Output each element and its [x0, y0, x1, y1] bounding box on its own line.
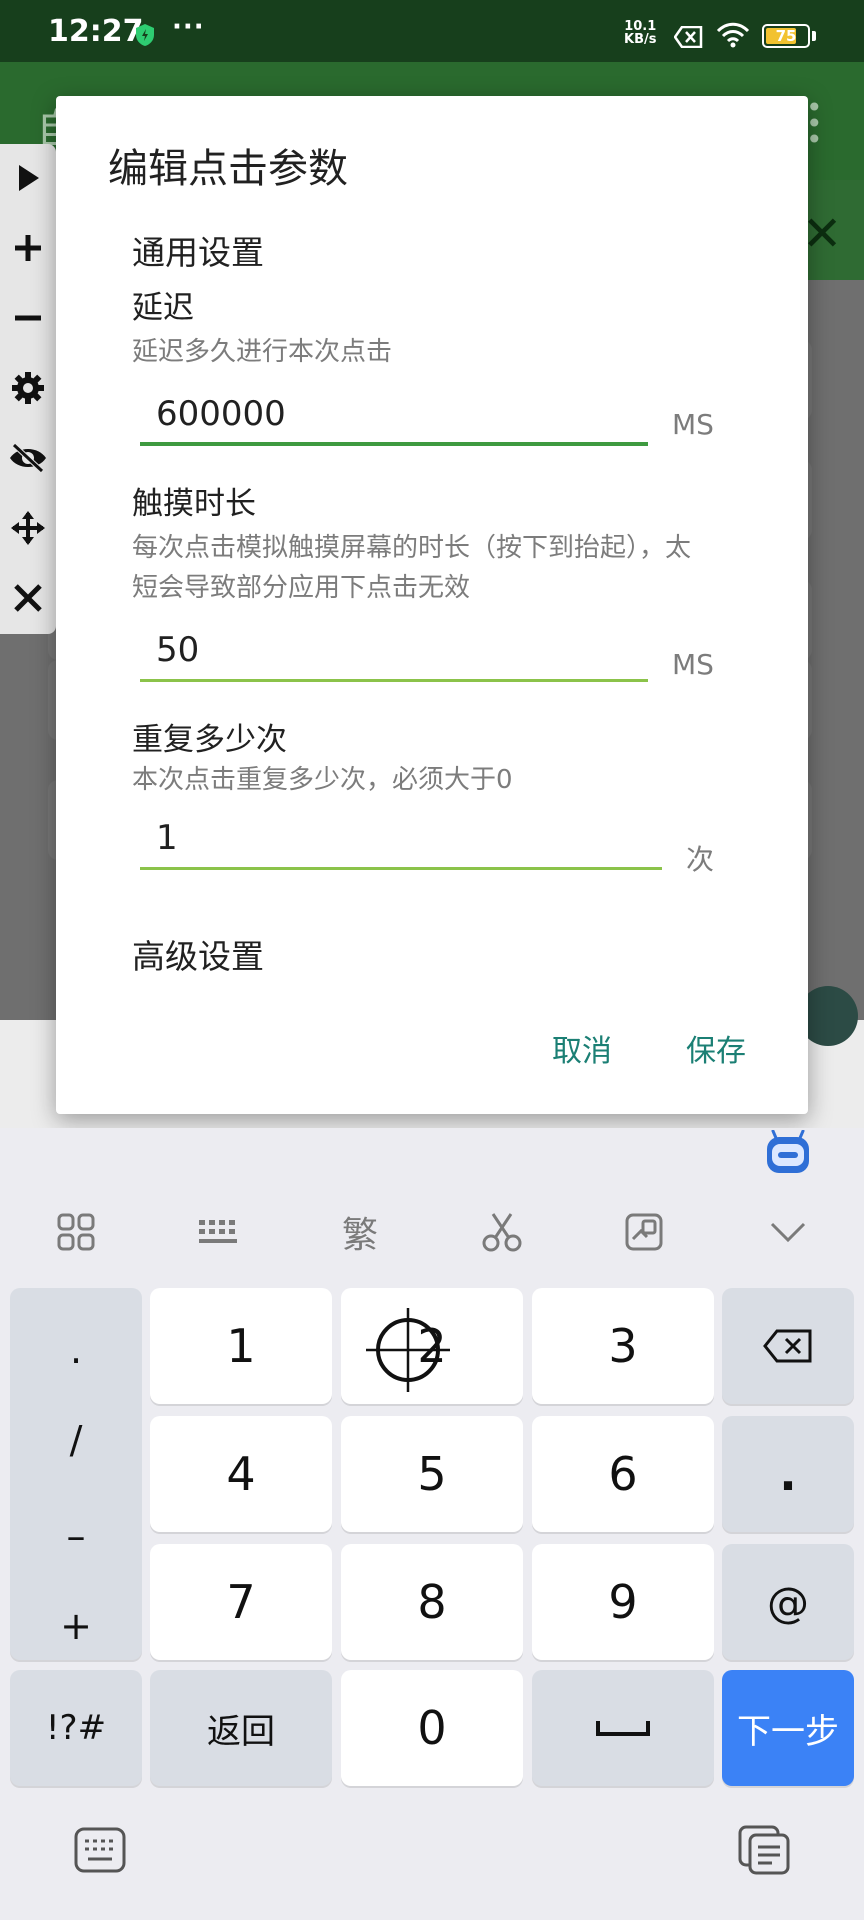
- key-2[interactable]: 2: [341, 1288, 523, 1404]
- battery-icon: 75: [762, 24, 810, 48]
- play-icon[interactable]: [0, 148, 56, 208]
- symbol-key-dash[interactable]: –: [10, 1514, 142, 1558]
- status-time: 12:27: [48, 14, 144, 49]
- delay-input[interactable]: 600000: [140, 390, 648, 446]
- clipboard-icon[interactable]: [616, 1208, 672, 1256]
- touch-duration-input[interactable]: 50: [140, 626, 648, 682]
- key-1[interactable]: 1: [150, 1288, 332, 1404]
- plus-icon[interactable]: [0, 218, 56, 278]
- at-key[interactable]: @: [722, 1544, 854, 1660]
- status-bar: 12:27 ··· 10.1 KB/s 75: [0, 0, 864, 62]
- backspace-key[interactable]: [722, 1288, 854, 1404]
- dot-key[interactable]: .: [722, 1416, 854, 1532]
- security-shield-icon: [136, 24, 154, 46]
- delay-description: 延迟多久进行本次点击: [132, 337, 393, 367]
- keyboard-mascot-icon[interactable]: [764, 1130, 812, 1176]
- advanced-settings-heading[interactable]: 高级设置: [132, 930, 264, 978]
- symbol-column[interactable]: . / – +: [10, 1288, 142, 1660]
- scissors-icon[interactable]: [474, 1208, 530, 1256]
- clipboard-history-icon[interactable]: [736, 1824, 792, 1876]
- close-icon[interactable]: [0, 568, 56, 628]
- back-key[interactable]: 返回: [150, 1670, 332, 1786]
- minus-icon[interactable]: [0, 288, 56, 348]
- eye-off-icon[interactable]: [0, 428, 56, 488]
- repeat-count-unit: 次: [686, 843, 715, 876]
- edit-click-dialog: 编辑点击参数 通用设置 延迟 延迟多久进行本次点击 600000 MS 触摸时长…: [56, 96, 808, 1114]
- symbol-key-dot[interactable]: .: [10, 1328, 142, 1372]
- general-settings-heading: 通用设置: [132, 233, 264, 272]
- symbol-key-plus[interactable]: +: [10, 1604, 142, 1648]
- delay-label: 延迟: [132, 290, 194, 326]
- status-more-icon: ···: [172, 12, 205, 42]
- key-6[interactable]: 6: [532, 1416, 714, 1532]
- floating-toolbar: [0, 144, 56, 634]
- cancel-button[interactable]: 取消: [552, 1026, 612, 1070]
- grid-icon[interactable]: [48, 1208, 104, 1256]
- key-8[interactable]: 8: [341, 1544, 523, 1660]
- dialog-title: 编辑点击参数: [108, 146, 348, 192]
- key-7[interactable]: 7: [150, 1544, 332, 1660]
- touch-duration-unit: MS: [672, 648, 714, 681]
- next-key[interactable]: 下一步: [722, 1670, 854, 1786]
- battery-level: 75: [775, 27, 797, 45]
- key-0[interactable]: 0: [341, 1670, 523, 1786]
- space-icon: [596, 1721, 650, 1736]
- key-5[interactable]: 5: [341, 1416, 523, 1532]
- move-icon[interactable]: [0, 498, 56, 558]
- touch-duration-description: 每次点击模拟触摸屏幕的时长（按下到抬起），太短会导致部分应用下点击无效: [132, 533, 692, 603]
- symbol-key-slash[interactable]: /: [10, 1418, 142, 1462]
- save-button[interactable]: 保存: [686, 1026, 746, 1070]
- gear-icon[interactable]: [0, 358, 56, 418]
- delay-value: 600000: [156, 394, 286, 434]
- battery-tip: [812, 31, 816, 41]
- repeat-count-value: 1: [156, 818, 178, 858]
- wifi-icon: [716, 22, 750, 48]
- touch-duration-value: 50: [156, 630, 200, 670]
- key-3[interactable]: 3: [532, 1288, 714, 1404]
- delay-unit: MS: [672, 408, 714, 441]
- keyboard-icon[interactable]: [190, 1208, 246, 1256]
- repeat-count-description: 本次点击重复多少次，必须大于0: [132, 765, 513, 795]
- repeat-count-input[interactable]: 1: [140, 814, 662, 870]
- app-close-icon[interactable]: ✕: [802, 206, 842, 262]
- traditional-chinese-icon[interactable]: 繁: [332, 1208, 388, 1256]
- overflow-menu-icon[interactable]: • • •: [806, 94, 823, 154]
- key-9[interactable]: 9: [532, 1544, 714, 1660]
- network-speed-unit: KB/s: [624, 32, 657, 47]
- backspace-icon: [763, 1329, 812, 1363]
- chevron-down-icon[interactable]: [760, 1208, 816, 1256]
- key-4[interactable]: 4: [150, 1416, 332, 1532]
- symbols-key[interactable]: !?#: [10, 1670, 142, 1786]
- network-speed: 10.1 KB/s: [624, 20, 656, 46]
- keyboard-switch-icon[interactable]: [72, 1824, 128, 1876]
- repeat-count-label: 重复多少次: [132, 722, 287, 758]
- touch-duration-label: 触摸时长: [132, 486, 256, 522]
- no-sim-icon: [674, 26, 703, 48]
- space-key[interactable]: [532, 1670, 714, 1786]
